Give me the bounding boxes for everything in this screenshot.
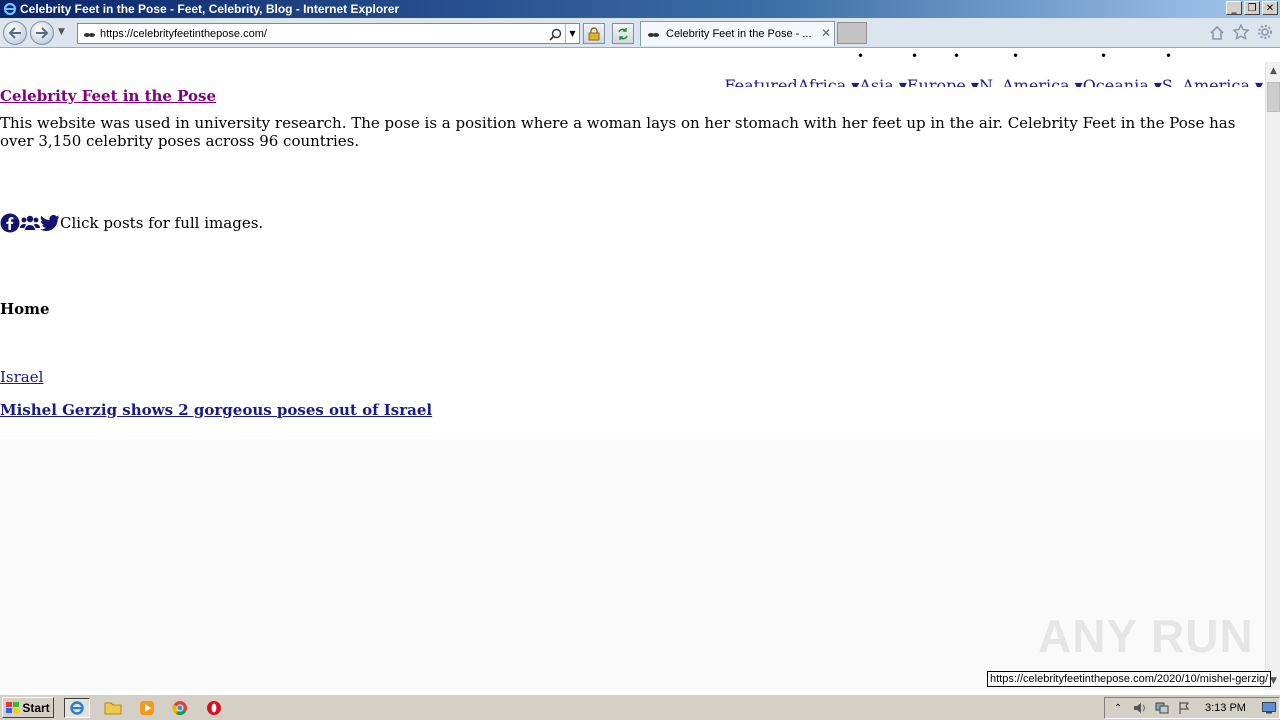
new-tab-button[interactable]: [837, 22, 867, 44]
twitter-icon[interactable]: [40, 213, 60, 233]
social-links: Click posts for full images.: [0, 213, 263, 233]
tab-close-icon[interactable]: ✕: [821, 26, 831, 40]
home-icon[interactable]: [1208, 23, 1226, 41]
taskbar-internet-explorer-icon[interactable]: [64, 698, 90, 718]
start-button[interactable]: Start: [2, 697, 54, 718]
history-dropdown-icon[interactable]: ▼: [58, 27, 65, 37]
address-dropdown-icon[interactable]: ▼: [565, 24, 579, 43]
category-link-israel[interactable]: Israel: [0, 368, 43, 386]
taskbar-media-player-icon[interactable]: [134, 698, 160, 718]
page-viewport: • • • • • • FeaturedAfrica ▾Asia ▾Europe…: [0, 49, 1265, 690]
minimize-button[interactable]: _: [1226, 1, 1242, 15]
nav-oceania[interactable]: Oceania ▾: [1083, 76, 1162, 87]
watermark-text: ANY RUN: [1038, 610, 1254, 662]
bullet: •: [1012, 49, 1020, 63]
system-tray: ⌃ 3:13 PM: [1104, 697, 1280, 719]
nav-bullets: • • • • • •: [0, 49, 1265, 63]
post-title-link[interactable]: Mishel Gerzig shows 2 gorgeous poses out…: [0, 401, 432, 419]
scroll-up-arrow-icon[interactable]: ▲: [1266, 62, 1280, 80]
nav-africa[interactable]: Africa ▾: [798, 76, 860, 87]
site-favicon-icon: [81, 28, 97, 40]
windows-logo-icon: [6, 701, 20, 713]
refresh-button[interactable]: [612, 23, 634, 44]
nav-europe[interactable]: Europe ▾: [907, 76, 979, 87]
link-hover-status: https://celebrityfeetinthepose.com/2020/…: [987, 671, 1272, 687]
taskbar-chrome-icon[interactable]: [167, 698, 193, 718]
nav-north-america[interactable]: N. America ▾: [979, 76, 1083, 87]
taskbar-clock[interactable]: 3:13 PM: [1205, 702, 1246, 714]
site-title-link[interactable]: Celebrity Feet in the Pose: [0, 87, 216, 105]
close-window-button[interactable]: ✕: [1262, 1, 1278, 15]
group-users-icon[interactable]: [20, 213, 40, 233]
tab-title: Celebrity Feet in the Pose - ...: [666, 28, 812, 40]
tray-expand-icon[interactable]: ⌃: [1109, 700, 1127, 716]
network-icon[interactable]: [1153, 700, 1171, 716]
tab-celebrity-feet[interactable]: Celebrity Feet in the Pose - ... ✕: [640, 21, 835, 46]
facebook-icon[interactable]: [0, 213, 20, 233]
nav-south-america[interactable]: S. America ▾: [1162, 76, 1263, 87]
tab-favicon-icon: [645, 28, 661, 40]
taskbar-opera-icon[interactable]: [201, 698, 227, 718]
security-lock-button[interactable]: [583, 23, 605, 44]
click-posts-hint: Click posts for full images.: [60, 214, 264, 232]
window-title: Celebrity Feet in the Pose - Feet, Celeb…: [20, 2, 400, 16]
lock-icon: [588, 26, 600, 40]
bullet: •: [1165, 49, 1173, 63]
site-description: This website was used in university rese…: [0, 114, 1236, 150]
search-icon[interactable]: [547, 26, 563, 42]
restore-button[interactable]: ❐: [1244, 1, 1260, 15]
bullet: •: [911, 49, 919, 63]
address-bar[interactable]: https://celebrityfeetinthepose.com/ ▼: [77, 23, 580, 44]
home-heading: Home: [0, 300, 50, 318]
vertical-scrollbar[interactable]: ▲ ▼: [1265, 62, 1280, 690]
start-label: Start: [22, 700, 50, 715]
forward-arrow-icon: [36, 27, 49, 39]
bullet: •: [857, 49, 865, 63]
anyrun-watermark: ANY RUN: [1038, 609, 1254, 663]
show-desktop-icon[interactable]: [1260, 700, 1278, 716]
bullet: •: [1100, 49, 1108, 63]
windows-taskbar: Start ⌃ 3:13 PM: [0, 694, 1280, 720]
favorites-star-icon[interactable]: [1232, 23, 1250, 41]
nav-featured[interactable]: Featured: [724, 76, 797, 87]
forward-button[interactable]: [30, 21, 54, 45]
nav-asia[interactable]: Asia ▾: [859, 76, 907, 87]
back-button[interactable]: [3, 21, 27, 45]
back-arrow-icon: [8, 27, 21, 39]
taskbar-explorer-folder-icon[interactable]: [100, 698, 126, 718]
bullet: •: [953, 49, 961, 63]
url-text[interactable]: https://celebrityfeetinthepose.com/: [100, 28, 267, 40]
window-titlebar: Celebrity Feet in the Pose - Feet, Celeb…: [0, 0, 1280, 18]
action-center-flag-icon[interactable]: [1175, 700, 1193, 716]
top-navigation: FeaturedAfrica ▾Asia ▾Europe ▾N. America…: [724, 75, 1263, 87]
internet-explorer-icon: [2, 1, 18, 17]
browser-navbar: ▼ https://celebrityfeetinthepose.com/ ▼ …: [0, 18, 1280, 48]
settings-gear-icon[interactable]: [1256, 23, 1274, 41]
scroll-thumb[interactable]: [1267, 82, 1280, 112]
volume-icon[interactable]: [1131, 700, 1149, 716]
refresh-icon: [618, 27, 628, 40]
